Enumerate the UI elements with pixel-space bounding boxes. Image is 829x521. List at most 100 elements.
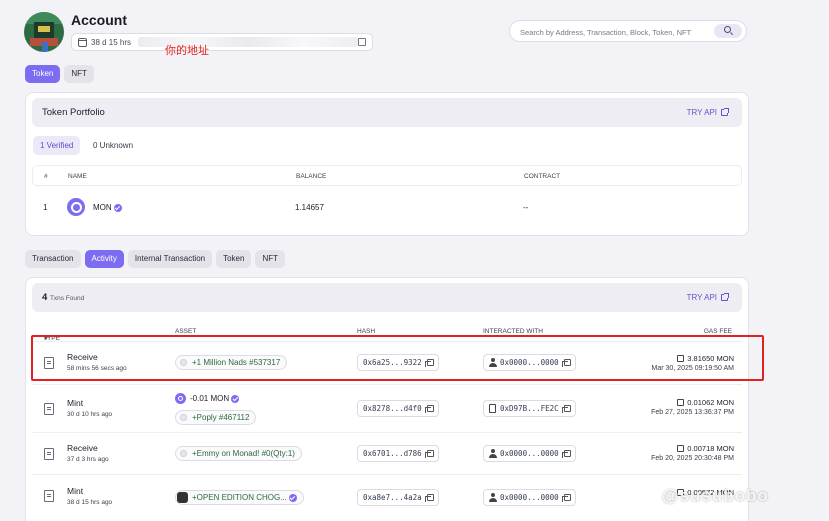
document-icon	[44, 490, 54, 502]
asset-chip[interactable]: +Poply #467112	[175, 410, 257, 425]
interacted-address: 0xD97B...FE2C	[500, 404, 559, 413]
tab-internal-transaction[interactable]: Internal Transaction	[127, 250, 213, 268]
calendar-icon	[78, 37, 87, 47]
nft-icon	[180, 414, 187, 421]
row-type: Mint	[67, 398, 84, 408]
table-row[interactable]: Mint 38 d 15 hrs ago +OPEN EDITION CHOG.…	[32, 475, 742, 519]
row-time: 38 d 15 hrs ago	[67, 499, 113, 506]
filter-verified[interactable]: 1 Verified	[33, 136, 81, 155]
top-tabs: Token NFT	[25, 65, 94, 83]
copy-icon[interactable]	[424, 450, 434, 458]
search-button[interactable]	[714, 24, 742, 38]
interacted-box[interactable]: 0x0000...0000	[483, 445, 576, 462]
tab-transaction[interactable]: Transaction	[25, 250, 81, 268]
asset-label: -0.01 MON	[190, 394, 230, 403]
interacted-address: 0x0000...0000	[500, 493, 559, 502]
contract-icon	[489, 404, 496, 413]
interacted-address: 0x0000...0000	[500, 449, 559, 458]
verified-icon	[231, 394, 240, 403]
portfolio-try-api-link[interactable]: TRY API	[686, 108, 729, 117]
txns-found: 4 Txns Found	[42, 292, 84, 303]
external-link-icon	[721, 108, 729, 116]
asset-chip[interactable]: +Emmy on Monad! #0(Qty:1)	[175, 446, 302, 461]
row-time: 37 d 3 hrs ago	[67, 456, 109, 463]
asset-label: +OPEN EDITION CHOG...	[192, 493, 287, 502]
copy-icon[interactable]	[424, 494, 434, 502]
fuel-icon	[677, 445, 685, 452]
interacted-box[interactable]: 0xD97B...FE2C	[483, 400, 576, 417]
filter-unknown[interactable]: 0 Unknown	[86, 136, 140, 155]
row-index: 1	[43, 203, 48, 212]
watermark: @susubobo	[662, 486, 769, 505]
copy-icon[interactable]	[561, 450, 571, 458]
tab-activity[interactable]: Activity	[84, 250, 124, 268]
activity-card: 4 Txns Found TRY API TYPE ASSET HASH INT…	[25, 277, 749, 521]
gas-fee: 0.00718 MON	[687, 444, 734, 453]
tx-hash: 0x8278...d4f0	[363, 404, 422, 413]
activity-tabs: Transaction Activity Internal Transactio…	[25, 250, 286, 268]
document-icon	[44, 448, 54, 460]
try-api-label: TRY API	[686, 108, 717, 117]
user-icon	[489, 449, 497, 458]
asset-label: +Emmy on Monad! #0(Qty:1)	[192, 449, 295, 458]
table-row[interactable]: Mint 30 d 10 hrs ago -0.01 MON +Poply #4…	[32, 385, 742, 433]
portfolio-row[interactable]: 1 MON 1.14657 --	[32, 193, 742, 223]
copy-icon[interactable]	[561, 405, 571, 413]
col-hash: HASH	[357, 328, 376, 335]
row-type: Receive	[67, 443, 98, 453]
search-input[interactable]	[520, 25, 710, 39]
interacted-box[interactable]: 0x0000...0000	[483, 489, 576, 506]
hash-box[interactable]: 0x8278...d4f0	[357, 400, 439, 417]
tx-date: Feb 27, 2025 13:36:37 PM	[651, 409, 734, 416]
asset-chip[interactable]: +OPEN EDITION CHOG...	[175, 490, 305, 505]
asset-chip[interactable]: -0.01 MON	[175, 392, 245, 407]
activity-header: 4 Txns Found TRY API	[32, 283, 742, 312]
document-icon	[44, 403, 54, 415]
col-contract: CONTRACT	[524, 173, 561, 180]
txn-count: 4	[42, 292, 48, 303]
token-name-cell: MON	[93, 203, 122, 212]
col-gas-fee: GAS FEE	[703, 328, 732, 335]
copy-icon[interactable]	[561, 494, 571, 502]
highlight-annotation-box	[31, 335, 764, 381]
txn-count-label: Txns Found	[49, 295, 85, 302]
page: Account 38 d 15 hrs 你的地址 Token NFT Token…	[0, 0, 829, 521]
nft-icon	[180, 450, 187, 457]
col-index: #	[44, 173, 48, 180]
address-pill: 38 d 15 hrs	[71, 33, 373, 51]
gas-cell: 0.01062 MON Feb 27, 2025 13:36:37 PM	[651, 398, 734, 416]
tx-hash: 0x6701...d786	[363, 449, 422, 458]
token-balance: 1.14657	[295, 203, 324, 212]
mon-token-icon	[67, 198, 85, 216]
token-name: MON	[93, 203, 112, 212]
activity-try-api-link[interactable]: TRY API	[686, 293, 729, 302]
asset-label: +Poply #467112	[192, 413, 250, 422]
verified-icon	[289, 493, 298, 502]
user-icon	[489, 493, 497, 502]
table-row[interactable]: Receive 37 d 3 hrs ago +Emmy on Monad! #…	[32, 433, 742, 475]
verified-icon	[113, 203, 122, 212]
nft-icon	[177, 492, 188, 503]
gas-cell: 0.00718 MON Feb 20, 2025 20:30:48 PM	[651, 444, 734, 462]
try-api-label: TRY API	[686, 293, 717, 302]
col-asset: ASSET	[175, 328, 197, 335]
search-icon	[724, 26, 731, 33]
copy-icon[interactable]	[424, 405, 434, 413]
account-age: 38 d 15 hrs	[91, 37, 132, 47]
copy-icon[interactable]	[358, 38, 366, 46]
address-annotation: 你的地址	[165, 45, 209, 57]
portfolio-table-header: # NAME BALANCE CONTRACT	[32, 165, 742, 186]
row-time: 30 d 10 hrs ago	[67, 411, 113, 418]
gas-fee: 0.01062 MON	[687, 398, 734, 407]
tab-nft[interactable]: NFT	[64, 65, 94, 83]
tab-token[interactable]: Token	[25, 65, 61, 83]
hash-box[interactable]: 0x6701...d786	[357, 445, 439, 462]
tx-date: Feb 20, 2025 20:30:48 PM	[651, 455, 734, 462]
token-portfolio-card: Token Portfolio TRY API 1 Verified 0 Unk…	[25, 92, 749, 236]
portfolio-title: Token Portfolio	[42, 107, 105, 118]
external-link-icon	[721, 293, 729, 301]
token-contract: --	[523, 203, 529, 212]
tab-activity-token[interactable]: Token	[216, 250, 252, 268]
tab-activity-nft[interactable]: NFT	[255, 250, 286, 268]
hash-box[interactable]: 0xa8e7...4a2a	[357, 489, 439, 506]
